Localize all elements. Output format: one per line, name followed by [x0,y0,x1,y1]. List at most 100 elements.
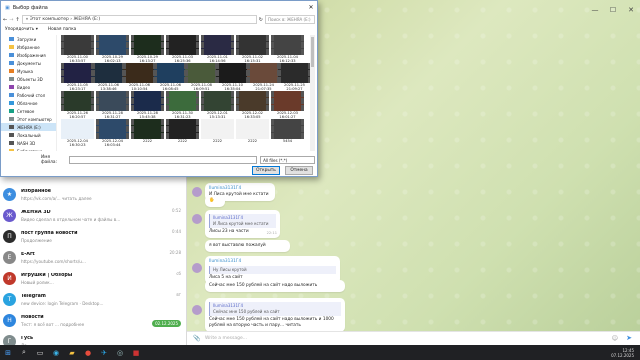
message-sender: Ilumina3131Г4 [209,259,242,264]
forward-icon[interactable]: → [9,17,13,23]
nav-item[interactable]: Видео [1,83,56,91]
windows-start-icon[interactable]: ⊞ [0,345,16,360]
message-input[interactable]: Write a message... [205,336,247,341]
nav-item[interactable]: Документы [1,59,56,67]
sender-avatar[interactable] [192,213,202,224]
attach-icon[interactable]: 📎 [193,335,200,342]
address-bar[interactable]: « Этот компьютер › ЖЕНЯА (E:) [21,15,257,24]
nav-item[interactable]: Рабочий стол [1,91,56,99]
nav-item[interactable]: Этот компьютер [1,115,56,123]
file-item[interactable]: 2025-11-05 16:23:17 [61,63,94,91]
chat-list-item[interactable]: Ппост группа новости Продолжение 0:44 [0,226,186,247]
nav-item[interactable]: Локальный [1,131,56,139]
send-icon[interactable]: ➤ [626,334,632,342]
search-icon[interactable]: ⌕ [16,345,32,360]
file-item[interactable]: 2025-11-24 21:07:35 [247,63,280,91]
chat-list-item[interactable]: ★ Избранное https://vk.com/a/... читать да… [0,184,186,205]
nav-item[interactable]: Изображения [1,51,56,59]
chat-list-item[interactable]: E E-Art https://youtube.com/shorts/u... 20:… [0,247,186,268]
chat-list-item[interactable]: Н Новости Тест: я всё вот ... подробнее 02.… [0,310,186,331]
file-item[interactable]: 2025-12-01 15:13:31 [201,91,234,119]
file-item[interactable]: 2025-11-30 16:31:23 [166,91,199,119]
nav-item[interactable]: NASH 3D [1,139,56,147]
filetype-select[interactable]: All files (*.*) [260,156,315,164]
file-item[interactable]: 2222 [201,119,234,143]
telegram-icon[interactable]: ✈ [96,345,112,360]
organize-button[interactable]: Упорядочить ▾ [5,27,38,32]
nav-item[interactable]: Сетевое [1,107,56,115]
file-item[interactable]: 2025-12-04 16:30:23 [61,119,94,147]
message-bubble[interactable]: Сейчас мне 150 рублей на сайт надо вылож… [205,280,345,292]
refresh-icon[interactable]: ↻ [259,17,263,23]
edge-icon[interactable]: ◉ [48,345,64,360]
nav-item[interactable]: Объекты 3D [1,75,56,83]
steam-icon[interactable]: ◎ [112,345,128,360]
reply-quote[interactable]: Ну Лисы крутой [209,266,336,274]
file-item[interactable]: 2025-11-06 10:10:54 [123,63,156,91]
sender-avatar[interactable] [192,262,202,273]
file-item[interactable]: 2025-11-10 16:35:04 [216,63,249,91]
chat-list-item[interactable]: Ж ЖЕНЯА 3D Видео сделал в отдельном чате и… [0,205,186,226]
file-item[interactable]: 2025-11-28 15:45:38 [131,91,164,119]
task-view-icon[interactable]: ▭ [32,345,48,360]
file-item[interactable]: 2025-11-01 16:14:56 [201,35,234,63]
chat-list-item[interactable]: И Игрушки | Обзоры Новый ролик… сб [0,268,186,289]
message-bubble[interactable]: я вот выставлю пожалуй [205,240,290,252]
file-item[interactable]: 2025-11-00 16:33:57 [61,35,94,63]
file-item[interactable]: 2025-11-02 16:15:31 [236,35,269,63]
video-thumbnail [92,63,125,83]
file-item[interactable]: 5454 [271,119,304,143]
app-icon[interactable]: ■ [128,345,144,360]
message-bubble[interactable]: 🖐 [205,195,225,207]
minimize-icon[interactable]: — [586,0,604,20]
file-item[interactable]: 2025-11-04 16:12:33 [271,35,304,63]
folder-icon [9,93,14,97]
back-icon[interactable]: ← [3,17,7,23]
reply-quote[interactable]: Ilumina3131Г4 И Лиса крутой мне кстати [209,214,276,228]
file-item[interactable]: 2222 [236,119,269,143]
file-item[interactable]: 2025-11-26 16:20:57 [61,91,94,119]
file-item[interactable]: 2222 [166,119,199,143]
file-item[interactable]: 2025-11-25 21:09:27 [278,63,311,91]
folder-icon [9,61,14,65]
cancel-button[interactable]: Отмена [285,166,313,175]
clock-date[interactable]: 07.12.2025 [611,353,634,358]
file-item[interactable]: 2025-12-03 16:01:27 [271,91,304,119]
nav-item[interactable]: Музыка [1,67,56,75]
file-item[interactable]: 2025-11-06 13:38:46 [92,63,125,91]
up-icon[interactable]: ↑ [15,17,19,23]
file-item[interactable]: 2025-12-02 16:33:05 [236,91,269,119]
dialog-close-icon[interactable]: ✕ [305,1,317,13]
maximize-icon[interactable]: ☐ [604,0,622,20]
nav-item[interactable]: Облачное [1,99,56,107]
message-input-bar[interactable]: 📎 Write a message... ☺ ➤ [187,331,640,345]
sender-avatar[interactable] [192,186,202,197]
nav-item[interactable]: ЖЕНЯА (E:) [1,123,56,131]
new-folder-button[interactable]: Новая папка [48,27,76,32]
file-item[interactable]: 2025-11-08 16:09:51 [185,63,218,91]
nav-item[interactable]: Библиотеки [1,147,56,151]
reply-quote[interactable]: Ilumina3131Г4 Сейчас мне 150 рублей на са… [209,302,341,316]
chat-list-item[interactable]: T Telegram new device: login Telegram · De… [0,289,186,310]
message-bubble[interactable]: Ilumina3131Г4 И Лиса крутой мне кстати Лис… [205,210,280,238]
nav-item[interactable]: Избранное [1,43,56,51]
file-item[interactable]: 2025-11-06 16:08:45 [154,63,187,91]
file-item[interactable]: 2025-12-04 16:03:44 [96,119,129,147]
open-button[interactable]: Открыть [252,166,280,175]
file-item[interactable]: 2025-10-29 16:13:27 [131,35,164,63]
file-item[interactable]: 2025-11-03 16:25:36 [166,35,199,63]
file-item[interactable]: 2222 [131,119,164,143]
sender-avatar[interactable] [192,305,202,315]
file-item[interactable]: 2025-10-29 16:02:13 [96,35,129,63]
emoji-icon[interactable]: ☺ [612,335,618,342]
message-bubble[interactable]: Ilumina3131Г4 Сейчас мне 150 рублей на са… [205,298,345,332]
search-input[interactable]: Поиск в: ЖЕНЯА (E:) [265,15,315,24]
video-thumbnail [201,119,234,139]
file-scrollbar[interactable] [310,35,315,151]
file-item[interactable]: 2025-11-28 16:31:27 [96,91,129,119]
chrome-icon[interactable]: ● [80,345,96,360]
filename-input[interactable] [68,156,258,164]
nav-item[interactable]: Загрузки [1,35,56,43]
explorer-icon[interactable]: ▰ [64,345,80,360]
close-icon[interactable]: ✕ [622,0,640,20]
